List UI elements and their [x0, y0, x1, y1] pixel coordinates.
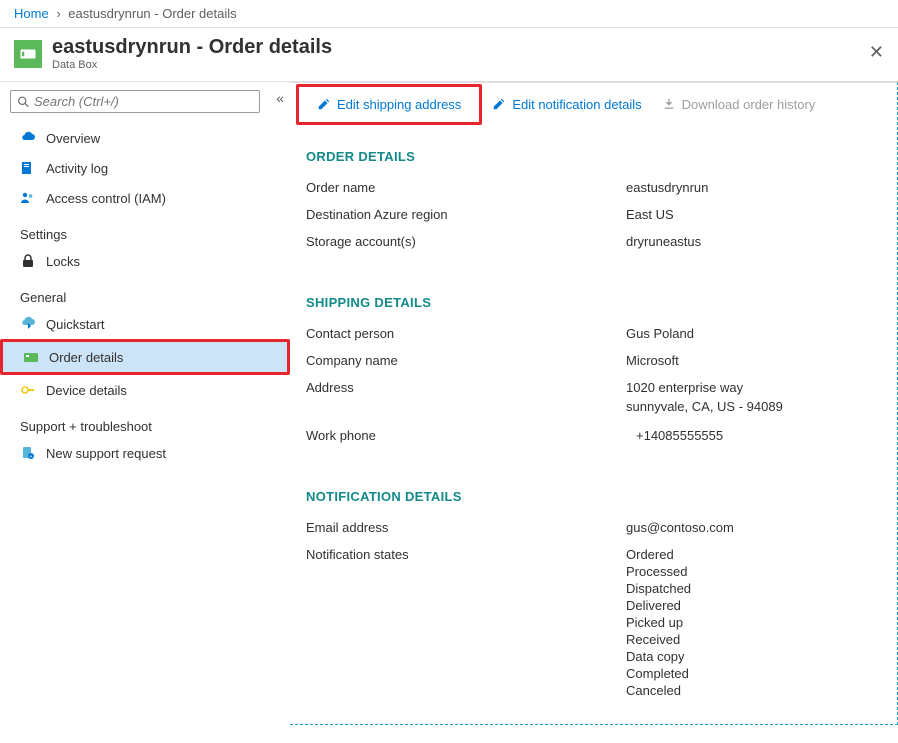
phone-value: +14085555555 — [626, 428, 723, 443]
order-name-value: eastusdrynrun — [626, 180, 708, 195]
sidebar-item-label: Locks — [46, 254, 80, 269]
sidebar-item-label: Quickstart — [46, 317, 105, 332]
close-icon[interactable]: ✕ — [869, 42, 884, 63]
svg-text:+: + — [30, 454, 33, 460]
dest-region-value: East US — [626, 207, 674, 222]
card-icon — [23, 349, 39, 365]
order-name-label: Order name — [306, 180, 626, 195]
sidebar-item-label: Access control (IAM) — [46, 191, 166, 206]
sidebar-item-quickstart[interactable]: Quickstart — [0, 309, 290, 339]
toolbar: Edit shipping address Edit notification … — [290, 83, 897, 125]
address-value-1: 1020 enterprise way — [626, 380, 743, 395]
search-icon — [17, 95, 30, 109]
breadcrumb: Home › eastusdrynrun - Order details — [0, 0, 898, 28]
sidebar-item-overview[interactable]: Overview — [0, 123, 290, 153]
sidebar-group-support: Support + troubleshoot — [0, 405, 290, 438]
main-panel: Edit shipping address Edit notification … — [290, 82, 898, 725]
sidebar-item-label: Overview — [46, 131, 100, 146]
pencil-icon — [317, 97, 331, 111]
contact-value: Gus Poland — [626, 326, 694, 341]
section-title-shipping: SHIPPING DETAILS — [306, 295, 881, 310]
address-label: Address — [306, 380, 626, 395]
chevron-right-icon: › — [56, 6, 60, 21]
state-item: Delivered — [626, 598, 691, 613]
storage-value: dryruneastus — [626, 234, 701, 249]
company-value: Microsoft — [626, 353, 679, 368]
company-label: Company name — [306, 353, 626, 368]
collapse-icon[interactable]: « — [276, 90, 284, 106]
page-title: eastusdrynrun - Order details — [52, 36, 332, 59]
cloud-arrow-icon — [20, 316, 36, 332]
sidebar-group-settings: Settings — [0, 213, 290, 246]
sidebar-item-label: Order details — [49, 350, 123, 365]
sidebar-item-access-control[interactable]: Access control (IAM) — [0, 183, 290, 213]
state-item: Data copy — [626, 649, 691, 664]
section-title-notification: NOTIFICATION DETAILS — [306, 489, 881, 504]
breadcrumb-home[interactable]: Home — [14, 6, 49, 21]
sidebar: « Overview Activity log Access control (… — [0, 82, 290, 725]
page-header: eastusdrynrun - Order details Data Box ✕ — [0, 28, 898, 82]
address-value-2: sunnyvale, CA, US - 94089 — [306, 399, 881, 414]
download-history-button: Download order history — [652, 91, 826, 118]
sidebar-item-device-details[interactable]: Device details — [0, 375, 290, 405]
contact-label: Contact person — [306, 326, 626, 341]
section-title-order: ORDER DETAILS — [306, 149, 881, 164]
sidebar-item-new-support[interactable]: + New support request — [0, 438, 290, 468]
support-icon: + — [20, 445, 36, 461]
breadcrumb-current: eastusdrynrun - Order details — [68, 6, 236, 21]
storage-label: Storage account(s) — [306, 234, 626, 249]
search-input[interactable] — [34, 94, 253, 109]
toolbar-label: Edit notification details — [512, 97, 641, 112]
state-item: Received — [626, 632, 691, 647]
sidebar-group-general: General — [0, 276, 290, 309]
key-icon — [20, 382, 36, 398]
state-item: Canceled — [626, 683, 691, 698]
toolbar-label: Edit shipping address — [337, 97, 461, 112]
sidebar-item-order-details[interactable]: Order details — [3, 342, 287, 372]
toolbar-label: Download order history — [682, 97, 816, 112]
edit-notification-button[interactable]: Edit notification details — [482, 91, 651, 118]
sidebar-item-activity-log[interactable]: Activity log — [0, 153, 290, 183]
phone-label: Work phone — [306, 428, 626, 443]
dest-region-label: Destination Azure region — [306, 207, 626, 222]
sidebar-item-locks[interactable]: Locks — [0, 246, 290, 276]
sidebar-item-label: New support request — [46, 446, 166, 461]
email-label: Email address — [306, 520, 626, 535]
state-item: Processed — [626, 564, 691, 579]
sidebar-item-label: Activity log — [46, 161, 108, 176]
pencil-icon — [492, 97, 506, 111]
states-list: Ordered Processed Dispatched Delivered Picke… — [626, 547, 691, 698]
email-value: gus@contoso.com — [626, 520, 734, 535]
people-icon — [20, 190, 36, 206]
state-item: Completed — [626, 666, 691, 681]
lock-icon — [20, 253, 36, 269]
state-item: Ordered — [626, 547, 691, 562]
sidebar-item-label: Device details — [46, 383, 127, 398]
download-icon — [662, 97, 676, 111]
edit-shipping-button[interactable]: Edit shipping address — [307, 91, 471, 118]
state-item: Picked up — [626, 615, 691, 630]
page-subtitle: Data Box — [52, 59, 332, 71]
log-icon — [20, 160, 36, 176]
cloud-icon — [20, 130, 36, 146]
search-box[interactable] — [10, 90, 260, 113]
state-item: Dispatched — [626, 581, 691, 596]
databox-icon — [14, 40, 42, 68]
states-label: Notification states — [306, 547, 626, 698]
